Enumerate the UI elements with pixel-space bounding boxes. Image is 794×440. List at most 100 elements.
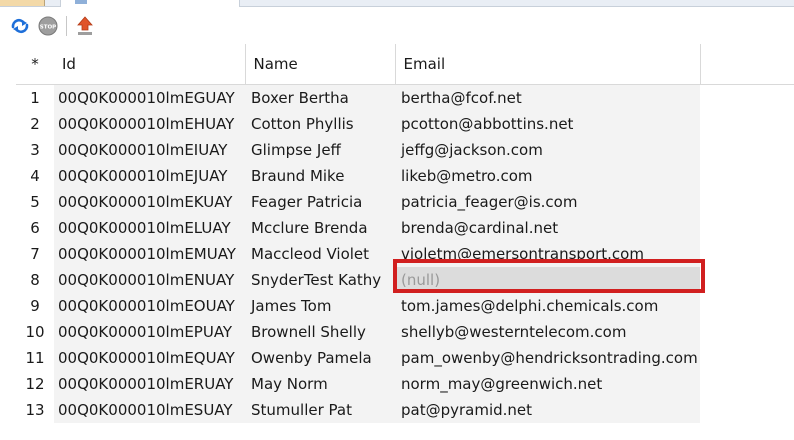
cell-email[interactable]: pat@pyramid.net: [395, 397, 700, 423]
cell-name[interactable]: Brownell Shelly: [245, 319, 395, 345]
cell-name[interactable]: Owenby Pamela: [245, 345, 395, 371]
row-filler: [700, 267, 794, 293]
cell-id[interactable]: 00Q0K000010lmEKUAY: [54, 189, 245, 215]
cell-id[interactable]: 00Q0K000010lmEIUAY: [54, 137, 245, 163]
tab-strip: [0, 0, 794, 7]
row-number[interactable]: 7: [16, 241, 54, 267]
row-filler: [700, 189, 794, 215]
cell-email[interactable]: jeffg@jackson.com: [395, 137, 700, 163]
cell-id[interactable]: 00Q0K000010lmESUAY: [54, 397, 245, 423]
cell-name[interactable]: James Tom: [245, 293, 395, 319]
cell-email[interactable]: bertha@fcof.net: [395, 84, 700, 111]
cell-email[interactable]: pam_owenby@hendricksontrading.com: [395, 345, 700, 371]
column-header-id[interactable]: Id: [54, 44, 246, 85]
table-row[interactable]: 12 00Q0K000010lmERUAY May Norm norm_may@…: [16, 371, 794, 397]
tab-sql-editor[interactable]: [0, 0, 45, 6]
table-row[interactable]: 13 00Q0K000010lmESUAY Stumuller Pat pat@…: [16, 397, 794, 423]
row-number[interactable]: 3: [16, 137, 54, 163]
export-button[interactable]: [73, 14, 97, 38]
row-number[interactable]: 5: [16, 189, 54, 215]
table-row[interactable]: 3 00Q0K000010lmEIUAY Glimpse Jeff jeffg@…: [16, 137, 794, 163]
row-filler: [700, 319, 794, 345]
cell-email[interactable]: violetm@emersontransport.com: [395, 241, 700, 267]
row-filler: [700, 241, 794, 267]
table-row[interactable]: 5 00Q0K000010lmEKUAY Feager Patricia pat…: [16, 189, 794, 215]
row-filler: [700, 371, 794, 397]
cell-name[interactable]: Braund Mike: [245, 163, 395, 189]
row-number[interactable]: 2: [16, 111, 54, 137]
column-header-name[interactable]: Name: [245, 44, 396, 85]
row-filler: [700, 137, 794, 163]
upload-icon: [77, 16, 93, 35]
row-number[interactable]: 8: [16, 267, 54, 293]
cell-id[interactable]: 00Q0K000010lmEQUAY: [54, 345, 245, 371]
toolbar-separator: [66, 16, 67, 36]
results-grid: * Id Name Email 1 00Q0K000010lmEGUAY Box…: [16, 44, 794, 423]
column-header-filler: [700, 44, 794, 85]
table-row[interactable]: 6 00Q0K000010lmELUAY Mcclure Brenda bren…: [16, 215, 794, 241]
row-number[interactable]: 12: [16, 371, 54, 397]
row-number[interactable]: 1: [16, 84, 54, 111]
table-row[interactable]: 8 00Q0K000010lmENUAY SnyderTest Kathy (n…: [16, 267, 794, 293]
row-filler: [700, 397, 794, 423]
stop-label: STOP: [40, 25, 56, 31]
row-filler: [700, 111, 794, 137]
row-filler: [700, 293, 794, 319]
cell-id[interactable]: 00Q0K000010lmERUAY: [54, 371, 245, 397]
cell-email[interactable]: norm_may@greenwich.net: [395, 371, 700, 397]
table-row[interactable]: 7 00Q0K000010lmEMUAY Maccleod Violet vio…: [16, 241, 794, 267]
grid-body: 1 00Q0K000010lmEGUAY Boxer Bertha bertha…: [16, 84, 794, 423]
row-filler: [700, 215, 794, 241]
row-filler: [700, 345, 794, 371]
row-number[interactable]: 13: [16, 397, 54, 423]
grid-icon: [75, 0, 87, 4]
grid-header-row: * Id Name Email: [16, 44, 794, 85]
cell-name[interactable]: SnyderTest Kathy: [245, 267, 395, 293]
cell-name[interactable]: Boxer Bertha: [245, 84, 395, 111]
row-number[interactable]: 4: [16, 163, 54, 189]
cell-id[interactable]: 00Q0K000010lmEPUAY: [54, 319, 245, 345]
table-row[interactable]: 2 00Q0K000010lmEHUAY Cotton Phyllis pcot…: [16, 111, 794, 137]
cell-name[interactable]: May Norm: [245, 371, 395, 397]
stop-button[interactable]: STOP: [36, 14, 60, 38]
row-number[interactable]: 11: [16, 345, 54, 371]
refresh-icon: [11, 18, 29, 34]
cell-name[interactable]: Mcclure Brenda: [245, 215, 395, 241]
cell-id[interactable]: 00Q0K000010lmELUAY: [54, 215, 245, 241]
cell-name[interactable]: Cotton Phyllis: [245, 111, 395, 137]
cell-id[interactable]: 00Q0K000010lmEGUAY: [54, 84, 245, 111]
cell-id[interactable]: 00Q0K000010lmEJUAY: [54, 163, 245, 189]
sql-result-window: STOP * Id Name Email 1 00Q0K000010lmEGUA…: [0, 0, 794, 440]
row-number[interactable]: 10: [16, 319, 54, 345]
refresh-button[interactable]: [8, 14, 32, 38]
row-filler: [700, 163, 794, 189]
table-row[interactable]: 4 00Q0K000010lmEJUAY Braund Mike likeb@m…: [16, 163, 794, 189]
table-row[interactable]: 1 00Q0K000010lmEGUAY Boxer Bertha bertha…: [16, 84, 794, 111]
cell-email[interactable]: tom.james@delphi.chemicals.com: [395, 293, 700, 319]
row-number[interactable]: 9: [16, 293, 54, 319]
cell-email[interactable]: pcotton@abbottins.net: [395, 111, 700, 137]
stop-icon: STOP: [38, 16, 58, 36]
table-row[interactable]: 10 00Q0K000010lmEPUAY Brownell Shelly sh…: [16, 319, 794, 345]
column-header-email[interactable]: Email: [395, 44, 701, 85]
cell-id[interactable]: 00Q0K000010lmENUAY: [54, 267, 245, 293]
cell-id[interactable]: 00Q0K000010lmEOUAY: [54, 293, 245, 319]
table-row[interactable]: 11 00Q0K000010lmEQUAY Owenby Pamela pam_…: [16, 345, 794, 371]
cell-name[interactable]: Feager Patricia: [245, 189, 395, 215]
cell-email-null[interactable]: (null): [395, 267, 700, 293]
cell-email[interactable]: brenda@cardinal.net: [395, 215, 700, 241]
row-number[interactable]: 6: [16, 215, 54, 241]
cell-email[interactable]: patricia_feager@is.com: [395, 189, 700, 215]
cell-name[interactable]: Stumuller Pat: [245, 397, 395, 423]
cell-name[interactable]: Maccleod Violet: [245, 241, 395, 267]
table-row[interactable]: 9 00Q0K000010lmEOUAY James Tom tom.james…: [16, 293, 794, 319]
cell-id[interactable]: 00Q0K000010lmEMUAY: [54, 241, 245, 267]
cell-email[interactable]: likeb@metro.com: [395, 163, 700, 189]
cell-id[interactable]: 00Q0K000010lmEHUAY: [54, 111, 245, 137]
results-toolbar: STOP: [8, 12, 97, 40]
tab-results[interactable]: [60, 0, 240, 7]
rownum-header[interactable]: *: [16, 44, 54, 85]
row-filler: [700, 84, 794, 111]
cell-email[interactable]: shellyb@westerntelecom.com: [395, 319, 700, 345]
cell-name[interactable]: Glimpse Jeff: [245, 137, 395, 163]
